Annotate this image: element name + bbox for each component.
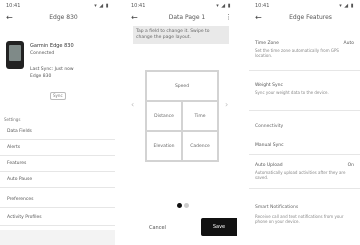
status-icons: ▾ ◢ ▮	[216, 3, 231, 9]
more-options-icon[interactable]: ⋮	[225, 13, 232, 21]
status-bar: 10:41 ▾ ◢ ▮	[249, 0, 360, 11]
device-overview-screen: 10:41 ▾ ◢ ▮ ← Edge 830 Garmin Edge 830 C…	[0, 0, 115, 245]
list-item[interactable]: Auto Pause	[0, 173, 115, 188]
setting-row-weight-sync[interactable]: Weight Sync Sync your weight data to the…	[249, 80, 360, 111]
screen-title: Edge 830	[49, 14, 78, 21]
list-item[interactable]: Alerts	[0, 141, 115, 156]
settings-section-header: Settings	[4, 117, 21, 122]
status-icons: ▾ ◢ ▮	[339, 3, 354, 9]
notifications-description: Receive call and text notifications from…	[255, 214, 344, 224]
screen-title: Edge Features	[289, 14, 332, 21]
chevron-right-icon[interactable]: ›	[225, 100, 228, 109]
back-arrow-icon[interactable]: ←	[6, 13, 13, 22]
app-bar: ← Edge 830	[0, 11, 115, 25]
setting-label: Auto Upload	[255, 163, 283, 168]
list-item[interactable]: Preferences	[0, 193, 115, 208]
setting-row-auto-upload[interactable]: Auto Upload On Automatically upload acti…	[249, 160, 360, 189]
status-time: 10:41	[255, 3, 270, 9]
page-dot[interactable]	[184, 203, 189, 208]
status-time: 10:41	[6, 3, 21, 9]
sync-button[interactable]: Sync	[50, 92, 66, 100]
save-button[interactable]: Save	[201, 218, 237, 236]
last-sync-text: Last Sync: Just now	[30, 67, 74, 72]
data-page-screen: 10:41 ▾ ◢ ▮ ← Data Page 1 ⋮ Tap a field …	[125, 0, 237, 245]
setting-value: Auto	[343, 41, 354, 46]
screen-title: Data Page 1	[168, 14, 206, 21]
section-header: Connectivity	[255, 124, 284, 129]
device-name: Garmin Edge 830	[30, 43, 74, 49]
back-arrow-icon[interactable]: ←	[131, 13, 138, 22]
data-field-cell[interactable]: Cadence	[182, 131, 218, 161]
setting-description: Set the time zone automatically from GPS…	[255, 48, 339, 58]
instructions-banner: Tap a field to change it. Swipe to chang…	[133, 26, 229, 44]
setting-row-time-zone[interactable]: Time Zone Auto Set the time zone automat…	[249, 38, 360, 71]
list-item[interactable]: Features	[0, 157, 115, 172]
data-field-cell[interactable]: Speed	[146, 71, 218, 101]
list-item[interactable]: Data Fields	[0, 125, 115, 140]
chevron-left-icon[interactable]: ‹	[131, 100, 134, 109]
back-arrow-icon[interactable]: ←	[255, 13, 262, 22]
app-bar: ← Data Page 1 ⋮	[125, 11, 237, 25]
list-item[interactable]: Activity Profiles	[0, 211, 115, 226]
data-field-cell[interactable]: Time	[182, 101, 218, 131]
data-field-layout: Speed Distance Time Elevation Cadence	[145, 70, 219, 162]
setting-row-manual-sync[interactable]: Manual Sync	[249, 140, 360, 155]
setting-description: Automatically upload activities after th…	[255, 170, 346, 180]
page-indicator	[177, 193, 191, 212]
setting-label: Time Zone	[255, 41, 279, 46]
features-screen: 10:41 ▾ ◢ ▮ ← Edge Features Time Zone Au…	[249, 0, 360, 245]
setting-label: Manual Sync	[255, 143, 284, 148]
status-icons: ▾ ◢ ▮	[94, 3, 109, 9]
device-model: Edge 830	[30, 74, 52, 79]
device-image	[6, 41, 24, 69]
cancel-button[interactable]: Cancel	[149, 225, 166, 231]
status-time: 10:41	[131, 3, 146, 9]
page-dot-active[interactable]	[177, 203, 182, 208]
bottom-bar	[0, 230, 115, 245]
status-bar: 10:41 ▾ ◢ ▮	[125, 0, 237, 11]
setting-label: Weight Sync	[255, 83, 283, 88]
setting-description: Sync your weight data to the device.	[255, 90, 329, 95]
app-bar: ← Edge Features	[249, 11, 360, 25]
section-header: Smart Notifications	[255, 205, 299, 210]
status-bar: 10:41 ▾ ◢ ▮	[0, 0, 115, 11]
data-field-cell[interactable]: Elevation	[146, 131, 182, 161]
device-status: Connected	[30, 51, 55, 56]
setting-value: On	[347, 163, 354, 168]
data-field-cell[interactable]: Distance	[146, 101, 182, 131]
